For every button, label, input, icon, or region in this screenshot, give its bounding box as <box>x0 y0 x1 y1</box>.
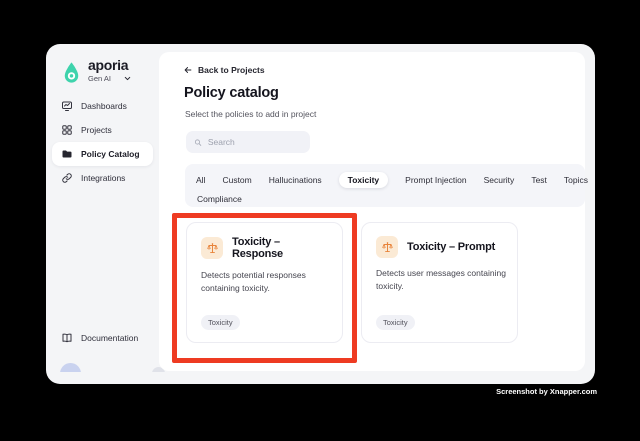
sidebar-item-label: Projects <box>81 125 112 135</box>
chevron-down-icon <box>124 76 131 81</box>
card-header: Toxicity – Response <box>201 236 328 260</box>
card-title: Toxicity – Response <box>232 236 283 260</box>
tab-test[interactable]: Test <box>531 175 547 185</box>
user-avatar-clip <box>60 363 84 372</box>
card-header: Toxicity – Prompt <box>376 236 503 258</box>
policy-card-toxicity-prompt[interactable]: Toxicity – Prompt Detects user messages … <box>361 222 518 343</box>
search-box[interactable] <box>186 131 310 153</box>
sidebar-item-policy-catalog[interactable]: Policy Catalog <box>52 142 153 166</box>
back-link-label: Back to Projects <box>198 65 265 75</box>
tab-all[interactable]: All <box>196 175 205 185</box>
card-title: Toxicity – Prompt <box>407 241 496 253</box>
tab-hallucinations[interactable]: Hallucinations <box>269 175 322 185</box>
sidebar-item-label: Integrations <box>81 173 126 183</box>
search-input[interactable] <box>207 137 302 147</box>
tab-toxicity[interactable]: Toxicity <box>338 171 389 188</box>
tab-compliance[interactable]: Compliance <box>197 194 242 204</box>
link-icon <box>62 173 72 183</box>
sidebar-item-label: Policy Catalog <box>81 149 140 159</box>
brand-logo: aporia Gen AI <box>62 58 132 87</box>
workspace-switcher[interactable]: Gen AI <box>88 74 132 83</box>
back-to-projects-link[interactable]: Back to Projects <box>183 65 265 75</box>
page-subtitle: Select the policies to add in project <box>185 109 317 119</box>
watermark-label: Screenshot by Xnapper.com <box>496 387 597 396</box>
sidebar-item-documentation[interactable]: Documentation <box>52 326 153 350</box>
filter-tabs-row2: Compliance <box>196 190 574 207</box>
sidebar-item-dashboards[interactable]: Dashboards <box>52 94 153 118</box>
screenshot-stage: aporia Gen AI Dashboards Projects Policy… <box>0 0 640 441</box>
search-icon <box>194 139 202 146</box>
filter-tabs: All Custom Hallucinations Toxicity Promp… <box>185 164 588 207</box>
tab-topics[interactable]: Topics <box>564 175 588 185</box>
dashboard-icon <box>62 101 72 111</box>
policy-cards: Toxicity – Response Detects potential re… <box>186 222 518 343</box>
sidebar: aporia Gen AI Dashboards Projects Policy… <box>46 44 159 384</box>
arrow-left-icon <box>184 67 192 73</box>
sidebar-item-label: Documentation <box>81 333 139 343</box>
sidebar-item-projects[interactable]: Projects <box>52 118 153 142</box>
sidebar-item-label: Dashboards <box>81 101 127 111</box>
avatar[interactable] <box>60 363 81 372</box>
main-panel: Back to Projects Policy catalog Select t… <box>159 52 588 371</box>
scales-icon <box>376 236 398 258</box>
tab-prompt-injection[interactable]: Prompt Injection <box>405 175 466 185</box>
card-description: Detects user messages containing toxicit… <box>376 268 506 291</box>
sidebar-nav: Dashboards Projects Policy Catalog Integ… <box>52 94 153 190</box>
card-tag: Toxicity <box>201 315 240 330</box>
scales-icon <box>201 237 223 259</box>
sidebar-item-integrations[interactable]: Integrations <box>52 166 153 190</box>
folder-icon <box>62 150 72 158</box>
brand-name: aporia <box>88 57 129 73</box>
filter-tabs-row1: All Custom Hallucinations Toxicity Promp… <box>196 169 588 190</box>
aporia-droplet-icon <box>64 62 79 83</box>
tab-custom[interactable]: Custom <box>222 175 251 185</box>
tab-security[interactable]: Security <box>484 175 515 185</box>
workspace-name: Gen AI <box>88 74 111 83</box>
app-window: aporia Gen AI Dashboards Projects Policy… <box>46 44 595 384</box>
card-tag: Toxicity <box>376 315 415 330</box>
card-description: Detects potential responses containing t… <box>201 270 306 293</box>
projects-grid-icon <box>62 125 72 135</box>
book-icon <box>62 333 72 343</box>
policy-card-toxicity-response[interactable]: Toxicity – Response Detects potential re… <box>186 222 343 343</box>
page-title: Policy catalog <box>184 85 279 101</box>
